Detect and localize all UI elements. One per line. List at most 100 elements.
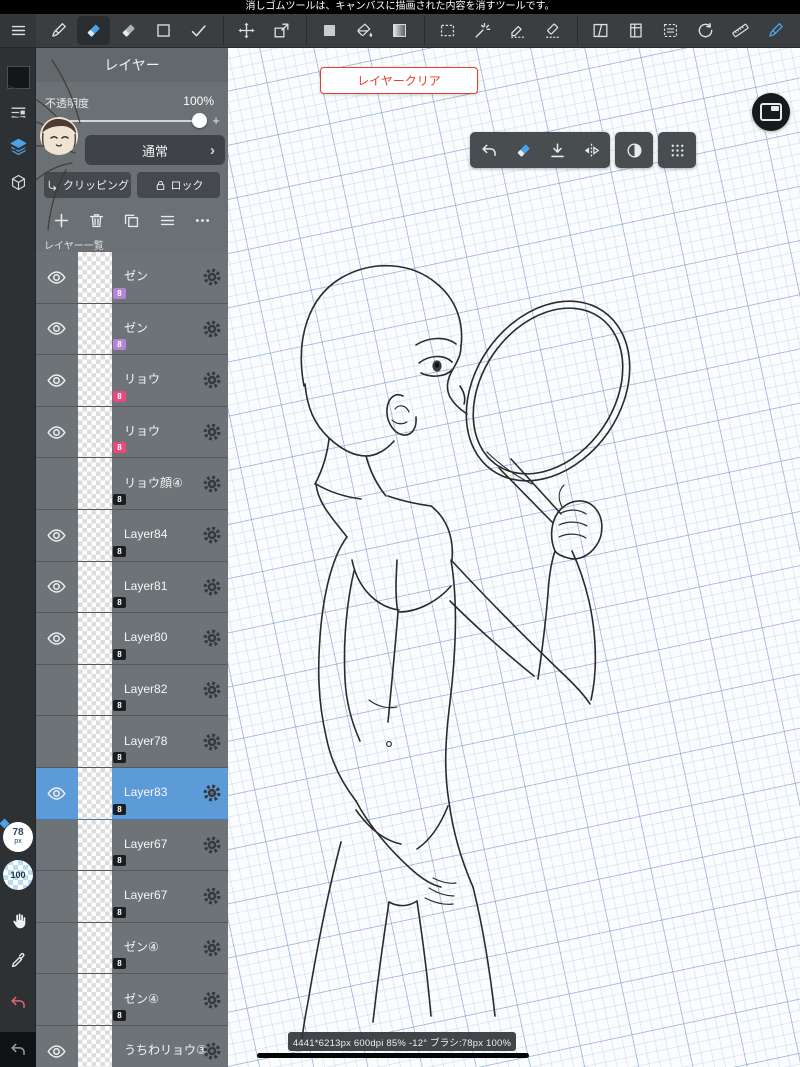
material-cube-icon[interactable] [6,170,30,194]
brush-list-icon[interactable] [6,100,30,124]
layer-list-view-button[interactable] [154,207,180,233]
layer-visibility-toggle[interactable] [44,575,68,599]
magic-wand-tool-button[interactable] [466,16,499,45]
float-grid-button[interactable] [660,134,694,166]
layer-row[interactable]: 8 Layer78 [36,716,228,768]
select-options-button[interactable] [654,16,687,45]
opacity-slider-knob[interactable] [192,113,207,128]
hand-tool-icon[interactable] [6,908,30,932]
layer-more-button[interactable] [189,207,215,233]
rotate-view-button[interactable] [689,16,722,45]
opacity-plus-button[interactable]: + [210,114,222,128]
layer-visibility-toggle[interactable] [44,420,68,444]
undo-button[interactable] [0,1032,36,1067]
layer-visibility-toggle[interactable] [44,523,68,547]
soft-eraser-tool-button[interactable] [112,16,145,45]
layer-row[interactable]: 8 Layer81 [36,561,228,614]
layer-visibility-toggle[interactable] [44,781,68,805]
float-undo-button[interactable] [472,134,506,166]
fill-rect-tool-button[interactable] [313,16,346,45]
layer-thumbnail[interactable] [78,871,112,922]
layer-thumbnail[interactable] [78,664,112,716]
layer-row[interactable]: 8 Layer82 [36,664,228,717]
layer-visibility-toggle[interactable] [44,1039,68,1063]
layers-panel-icon[interactable] [6,134,30,158]
divide-frame-tool-button[interactable] [584,16,617,45]
layer-visibility-toggle[interactable] [44,317,68,341]
float-flip-horizontal-button[interactable] [574,134,608,166]
shape-tool-button[interactable] [147,16,180,45]
layer-thumbnail[interactable] [78,716,112,767]
brush-opacity-badge[interactable]: 100 [3,860,33,890]
layer-row[interactable]: 8 ゼン④ [36,922,228,975]
polyline-tool-button[interactable] [182,16,215,45]
layer-thumbnail[interactable] [78,303,112,355]
layer-visibility-toggle[interactable] [44,265,68,289]
opacity-slider-track[interactable] [60,120,206,122]
layer-thumbnail[interactable] [78,922,112,974]
layer-settings-gear[interactable] [201,989,223,1011]
layer-settings-gear[interactable] [201,576,223,598]
float-save-button[interactable] [540,134,574,166]
layer-row[interactable]: 8 Layer84 [36,509,228,562]
layer-row[interactable]: 8 ゼン [36,303,228,356]
layer-thumbnail[interactable] [78,458,112,509]
layer-row[interactable]: 8 リョウ [36,406,228,459]
layer-thumbnail[interactable] [78,406,112,458]
redo-button[interactable] [6,990,30,1014]
transform-tool-button[interactable] [265,16,298,45]
layer-settings-gear[interactable] [201,421,223,443]
layer-settings-gear[interactable] [201,369,223,391]
layer-thumbnail[interactable] [78,767,112,819]
layer-row[interactable]: 8 ゼン④ [36,974,228,1026]
float-invert-button[interactable] [617,134,651,166]
home-indicator[interactable] [257,1053,529,1058]
layer-settings-gear[interactable] [201,266,223,288]
layer-row[interactable]: 8 ゼン [36,252,228,304]
layer-settings-gear[interactable] [201,627,223,649]
layer-thumbnail[interactable] [78,819,112,871]
brush-size-badge[interactable]: 78 px [3,822,33,852]
eraser-tool-button[interactable] [77,16,110,45]
float-eraser-button[interactable] [506,134,540,166]
layer-row[interactable]: 8 Layer83 [36,767,228,820]
layer-thumbnail[interactable] [78,974,112,1025]
layer-row[interactable]: 8 リョウ [36,355,228,407]
layer-row[interactable]: 8 Layer80 [36,613,228,665]
layer-settings-gear[interactable] [201,473,223,495]
blend-mode-button[interactable]: 通常 › [85,135,225,165]
lock-button[interactable]: ロック [137,172,220,198]
layer-settings-gear[interactable] [201,834,223,856]
clipping-button[interactable]: クリッピング [44,172,131,198]
select-rect-tool-button[interactable] [431,16,464,45]
layer-settings-gear[interactable] [201,524,223,546]
layer-clear-button[interactable]: レイヤークリア [320,67,478,94]
move-tool-button[interactable] [230,16,263,45]
bucket-tool-button[interactable] [348,16,381,45]
layer-settings-gear[interactable] [201,318,223,340]
layer-settings-gear[interactable] [201,1040,223,1062]
ruler-tool-button[interactable] [724,16,757,45]
layer-settings-gear[interactable] [201,782,223,804]
layer-settings-gear[interactable] [201,731,223,753]
foreground-color-swatch[interactable] [7,66,30,89]
layer-row[interactable]: 8 Layer67 [36,819,228,872]
menu-button[interactable] [0,14,36,47]
layer-thumbnail[interactable] [78,1025,112,1067]
add-layer-button[interactable] [49,207,75,233]
duplicate-layer-button[interactable] [119,207,145,233]
delete-layer-button[interactable] [84,207,110,233]
layer-thumbnail[interactable] [78,252,112,303]
brush-tool-button[interactable] [42,16,75,45]
layer-visibility-toggle[interactable] [44,368,68,392]
gradient-tool-button[interactable] [383,16,416,45]
layer-visibility-toggle[interactable] [44,626,68,650]
layer-row[interactable]: うちわリョウ③ [36,1025,228,1067]
layer-row[interactable]: 8 Layer67 [36,871,228,923]
layer-settings-gear[interactable] [201,679,223,701]
layer-thumbnail[interactable] [78,613,112,664]
layer-settings-gear[interactable] [201,885,223,907]
eyedropper-tool-icon[interactable] [6,948,30,972]
layer-settings-gear[interactable] [201,937,223,959]
select-eraser-tool-button[interactable] [536,16,569,45]
